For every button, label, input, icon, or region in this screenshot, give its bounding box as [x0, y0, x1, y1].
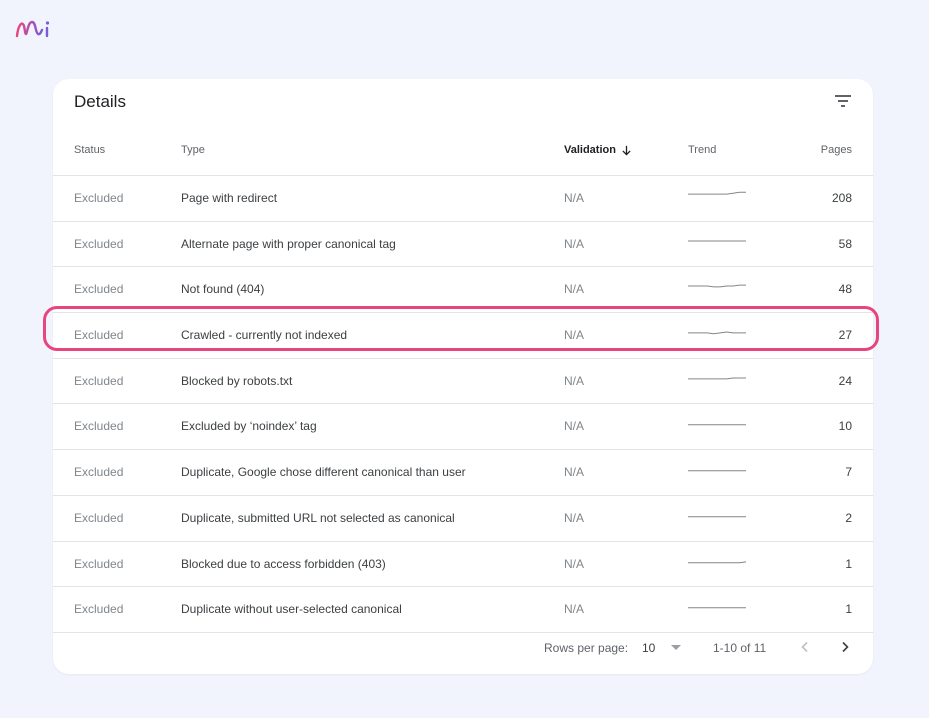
- row-pages: 27: [838, 328, 852, 343]
- row-trend: [688, 323, 746, 341]
- row-trend: [688, 414, 746, 432]
- trend-sparkline: [688, 240, 746, 242]
- row-status: Excluded: [74, 191, 124, 205]
- row-status: Excluded: [74, 465, 124, 480]
- row-trend: [688, 460, 746, 478]
- caret-down-icon: [671, 645, 682, 650]
- table-header: Status Type Validation Trend Pages: [53, 143, 873, 176]
- row-status: Excluded: [74, 328, 124, 343]
- row-trend: [688, 369, 746, 387]
- row-type: Crawled - currently not indexed: [181, 328, 348, 343]
- row-trend: [688, 232, 746, 250]
- trend-sparkline: [688, 377, 746, 380]
- row-validation: N/A: [564, 236, 585, 251]
- trend-line: [688, 191, 746, 195]
- table-row[interactable]: Excluded Excluded by ‘noindex’ tag N/A 10: [53, 404, 873, 451]
- table-row[interactable]: Excluded Crawled - currently not indexed N…: [53, 313, 873, 359]
- trend-sparkline: [688, 470, 746, 472]
- trend-sparkline: [688, 607, 746, 609]
- table-row[interactable]: Excluded Alternate page with proper canon…: [53, 222, 873, 268]
- trend-line: [688, 377, 746, 380]
- row-validation: N/A: [564, 602, 585, 617]
- row-pages: 1: [845, 602, 852, 617]
- row-status: Excluded: [74, 236, 124, 251]
- card-title: Details: [74, 92, 126, 111]
- page-range: 1-10 of 11: [713, 641, 767, 655]
- trend-sparkline: [688, 424, 746, 426]
- details-card: Details Status Type Validation Trend Pag…: [43, 79, 879, 674]
- row-pages: 58: [838, 236, 852, 251]
- next-page-button[interactable]: [835, 637, 855, 657]
- row-type: Duplicate without user-selected canonica…: [181, 602, 402, 617]
- row-trend: [688, 597, 746, 615]
- row-status: Excluded: [74, 602, 124, 617]
- header-type[interactable]: Type: [181, 143, 205, 157]
- row-trend: [688, 277, 746, 295]
- row-pages: 208: [831, 191, 852, 205]
- header-status[interactable]: Status: [74, 143, 105, 157]
- row-status: Excluded: [74, 510, 124, 525]
- trend-sparkline: [688, 516, 746, 518]
- trend-sparkline: [688, 284, 746, 288]
- row-type: Page with redirect: [181, 191, 278, 205]
- row-status: Excluded: [74, 419, 124, 434]
- trend-line: [688, 560, 746, 563]
- row-type: Blocked by robots.txt: [181, 373, 293, 388]
- table-row[interactable]: Excluded Blocked by robots.txt N/A 24: [53, 359, 873, 405]
- trend-sparkline: [688, 560, 746, 563]
- row-pages: 48: [838, 282, 852, 297]
- header-pages[interactable]: Pages: [821, 143, 852, 157]
- row-validation: N/A: [564, 282, 585, 297]
- row-pages: 1: [845, 556, 852, 571]
- brand-logo-icon: [15, 20, 50, 38]
- table-row[interactable]: Excluded Duplicate without user-selected …: [53, 587, 873, 633]
- table-row[interactable]: Excluded Not found (404) N/A 48: [53, 267, 873, 314]
- header-validation-sort[interactable]: Validation: [564, 143, 632, 157]
- row-validation: N/A: [564, 419, 585, 434]
- pagination: Rows per page: 10 1-10 of 11: [53, 635, 873, 661]
- rows-per-page-label: Rows per page:: [544, 641, 629, 655]
- row-type: Not found (404): [181, 282, 265, 297]
- row-status: Excluded: [74, 373, 124, 388]
- header-validation-label: Validation: [564, 144, 616, 156]
- table-body: Excluded Page with redirect N/A 208 Excluded…: [53, 176, 873, 633]
- chevron-right-icon: [842, 641, 849, 653]
- row-pages: 7: [845, 465, 852, 480]
- row-validation: N/A: [564, 510, 585, 525]
- trend-line: [688, 331, 746, 335]
- prev-page-button[interactable]: [795, 637, 815, 657]
- row-validation: N/A: [564, 373, 585, 388]
- rows-per-page-select[interactable]: 10: [642, 638, 682, 658]
- row-validation: N/A: [564, 191, 585, 205]
- row-trend: [688, 552, 746, 570]
- chevron-left-icon: [801, 641, 808, 653]
- arrow-down-icon: [622, 145, 631, 156]
- row-type: Excluded by ‘noindex’ tag: [181, 419, 317, 434]
- row-type: Alternate page with proper canonical tag: [181, 236, 396, 251]
- row-trend: [688, 186, 746, 204]
- rows-per-page-value: 10: [642, 641, 656, 655]
- trend-line: [688, 284, 746, 288]
- table-row[interactable]: Excluded Duplicate, Google chose differen…: [53, 450, 873, 496]
- row-validation: N/A: [564, 465, 585, 480]
- row-pages: 2: [845, 510, 852, 525]
- table-row[interactable]: Excluded Blocked due to access forbidden …: [53, 542, 873, 588]
- row-pages: 10: [838, 419, 852, 434]
- row-type: Blocked due to access forbidden (403): [181, 556, 386, 571]
- row-status: Excluded: [74, 282, 124, 297]
- row-type: Duplicate, submitted URL not selected as…: [181, 510, 455, 525]
- table-row[interactable]: Excluded Duplicate, submitted URL not sel…: [53, 496, 873, 542]
- row-trend: [688, 506, 746, 524]
- row-pages: 24: [838, 373, 852, 388]
- row-validation: N/A: [564, 556, 585, 571]
- header-trend: Trend: [688, 144, 717, 156]
- trend-sparkline: [688, 191, 746, 195]
- filter-icon: [835, 95, 851, 107]
- row-status: Excluded: [74, 556, 124, 571]
- trend-sparkline: [688, 331, 746, 335]
- row-type: Duplicate, Google chose different canoni…: [181, 465, 466, 480]
- table-row[interactable]: Excluded Page with redirect N/A 208: [53, 176, 873, 222]
- row-validation: N/A: [564, 328, 585, 343]
- filter-button[interactable]: [833, 91, 853, 111]
